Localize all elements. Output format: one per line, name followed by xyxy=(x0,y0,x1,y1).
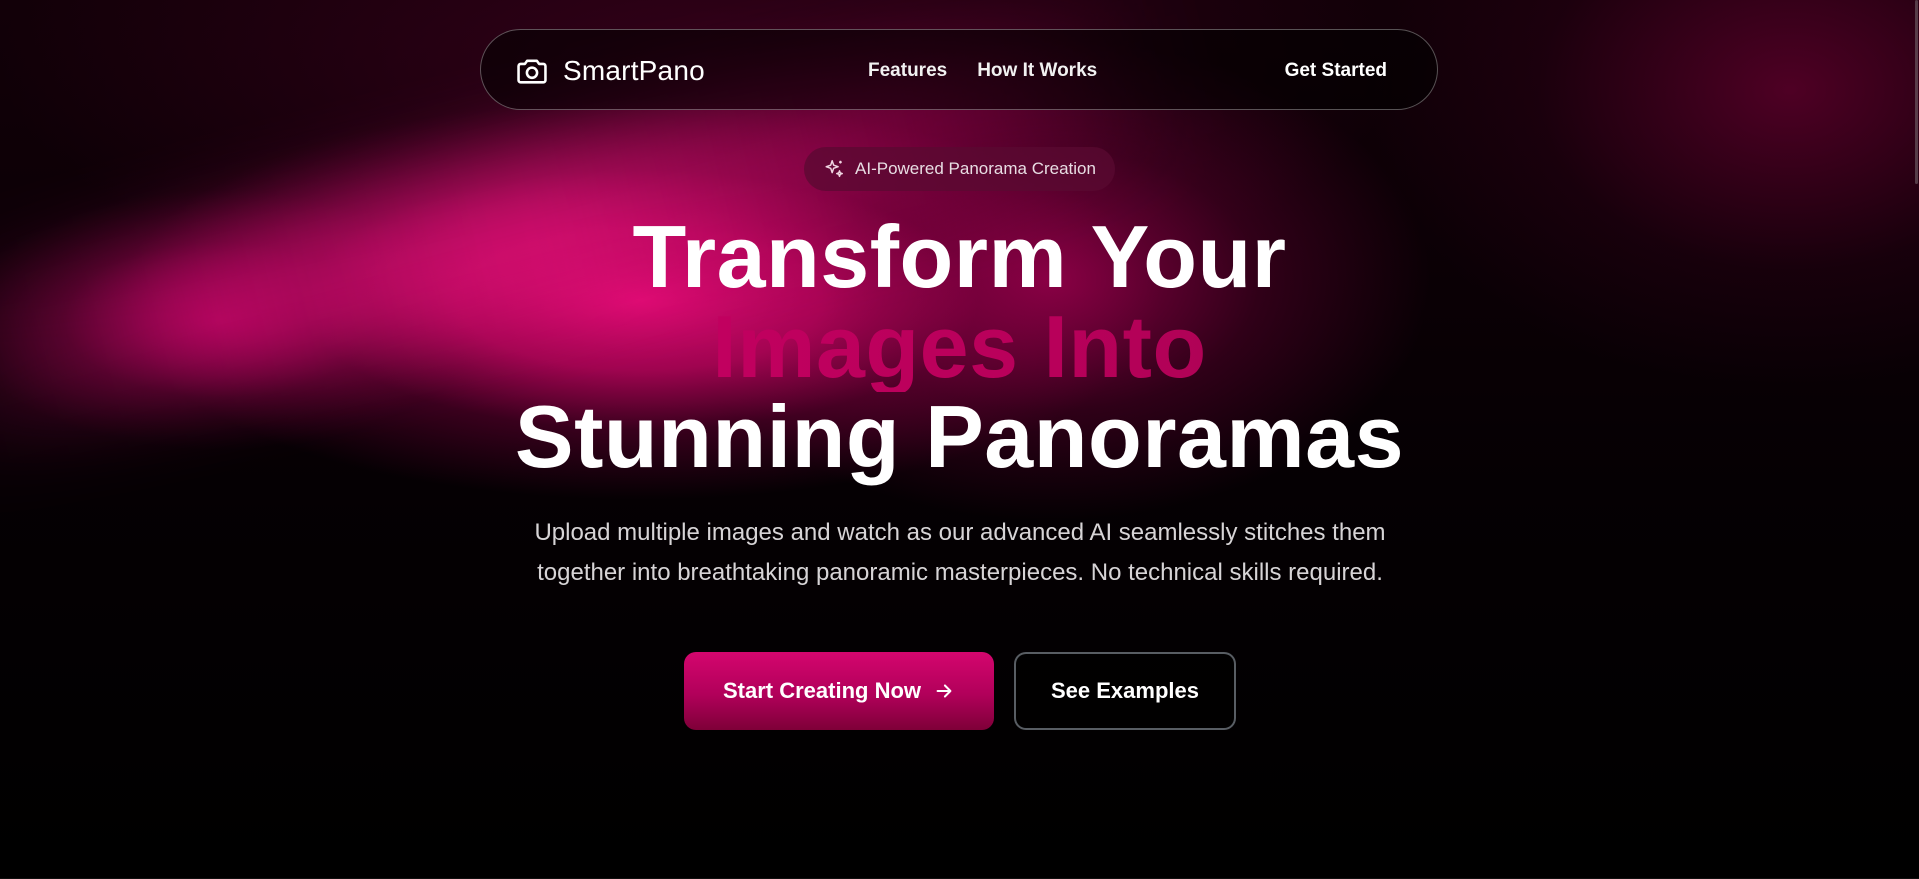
arrow-right-icon xyxy=(936,684,952,698)
subtitle-line-2: together into breathtaking panoramic mas… xyxy=(537,559,1383,586)
nav-link-how-it-works[interactable]: How It Works xyxy=(977,60,1097,82)
nav-links: Features How It Works xyxy=(868,30,1097,111)
start-creating-button[interactable]: Start Creating Now xyxy=(684,652,994,730)
hero-headline: Transform Your Images Into Stunning Pano… xyxy=(0,212,1919,482)
subtitle-line-1: Upload multiple images and watch as our … xyxy=(534,519,1386,546)
get-started-link[interactable]: Get Started xyxy=(1285,30,1387,111)
hero-subtitle: Upload multiple images and watch as our … xyxy=(460,513,1460,593)
camera-icon xyxy=(517,59,547,84)
headline-line-2: Images Into xyxy=(0,302,1919,392)
see-examples-button[interactable]: See Examples xyxy=(1014,652,1236,730)
landing-page: SmartPano Features How It Works Get Star… xyxy=(0,0,1919,879)
sparkles-icon xyxy=(825,160,843,178)
feature-badge: AI-Powered Panorama Creation xyxy=(804,147,1115,191)
brand-logo[interactable]: SmartPano xyxy=(515,30,705,111)
badge-text: AI-Powered Panorama Creation xyxy=(855,159,1096,178)
headline-line-3: Stunning Panoramas xyxy=(514,387,1405,486)
start-creating-label: Start Creating Now xyxy=(722,678,922,703)
see-examples-label: See Examples xyxy=(1051,678,1199,703)
brand-name: SmartPano xyxy=(563,54,705,86)
headline-line-1: Transform Your xyxy=(632,207,1287,306)
nav-link-features[interactable]: Features xyxy=(868,60,947,82)
scrollbar-thumb[interactable] xyxy=(1915,0,1918,184)
top-navbar: SmartPano Features How It Works Get Star… xyxy=(480,29,1438,110)
page-scrollbar[interactable] xyxy=(1913,0,1919,879)
